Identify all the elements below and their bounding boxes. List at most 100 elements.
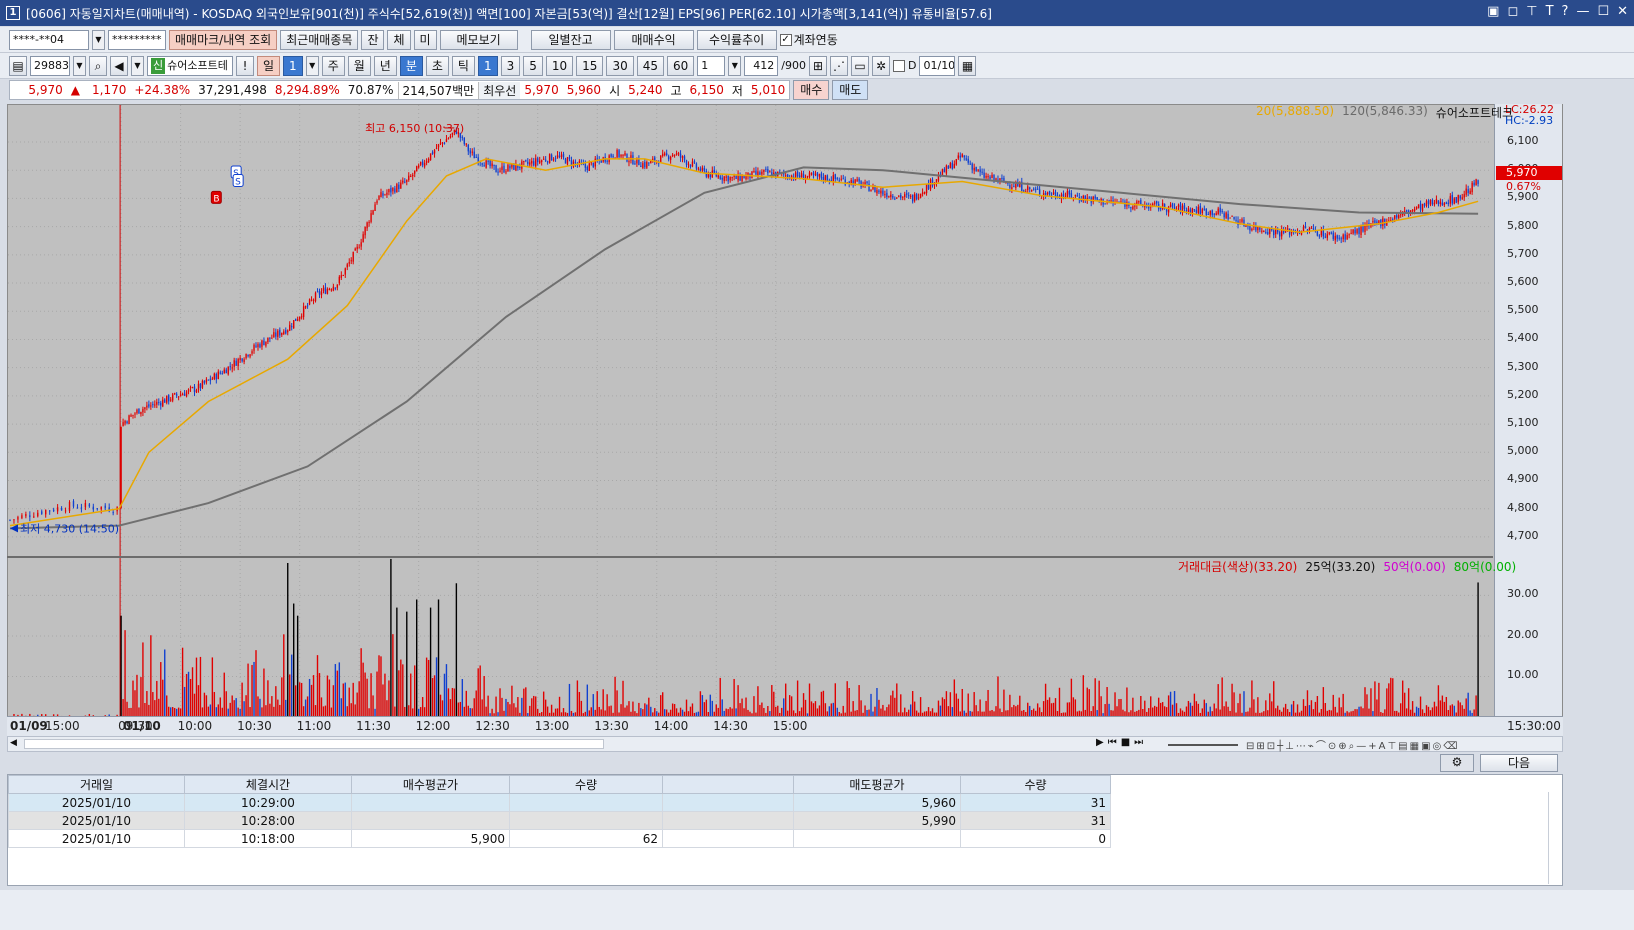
volume-bar bbox=[1140, 695, 1142, 717]
close-icon[interactable]: ✕ bbox=[1617, 4, 1628, 19]
balance-tab[interactable]: 잔 bbox=[361, 29, 385, 50]
volume-bar bbox=[535, 696, 537, 717]
candle bbox=[1171, 203, 1174, 207]
period-second[interactable]: 초 bbox=[425, 55, 449, 76]
indicator-icon[interactable]: ⊞ bbox=[809, 55, 827, 76]
volume-bar bbox=[820, 691, 823, 717]
layout-icon[interactable]: ▤ bbox=[9, 55, 27, 76]
screen-link-icon[interactable]: ▣ bbox=[1487, 4, 1499, 19]
minute-5[interactable]: 5 bbox=[523, 55, 543, 76]
drawing-tools-icon[interactable]: ⊟⊞⊡┼⊥⋯⌁⌒⊙⊕⌕—+A⊤▤▦▣◎⌫ bbox=[1246, 737, 1459, 752]
table-scrollbar[interactable] bbox=[1548, 792, 1560, 884]
unfilled-tab[interactable]: 미 bbox=[413, 29, 437, 50]
candle bbox=[158, 402, 160, 404]
save-icon[interactable]: ▭ bbox=[851, 55, 869, 76]
daily-balance-button[interactable]: 일별잔고 bbox=[530, 29, 611, 50]
buy-button[interactable]: 매수 bbox=[793, 80, 830, 100]
volume-bar bbox=[703, 702, 706, 717]
volume-bar bbox=[614, 676, 616, 717]
minute-30[interactable]: 30 bbox=[606, 55, 634, 76]
playback-controls[interactable]: ▶⏮■⏭ bbox=[1096, 737, 1147, 748]
candle bbox=[533, 161, 535, 166]
table-cell bbox=[351, 811, 510, 830]
volume-bar bbox=[441, 700, 444, 717]
account-input[interactable]: ****-**04 bbox=[9, 29, 89, 50]
memo-button[interactable]: 메모보기 bbox=[439, 29, 518, 50]
filled-tab[interactable]: 체 bbox=[387, 29, 411, 50]
trade-mark-query-button[interactable]: 매매마크/내역 조회 bbox=[169, 29, 278, 50]
font-icon[interactable]: T bbox=[1546, 4, 1554, 19]
minute-10[interactable]: 10 bbox=[545, 55, 574, 76]
volume-title: 거래대금(색상)(33.20) bbox=[1178, 560, 1298, 574]
period-year[interactable]: 년 bbox=[373, 55, 397, 76]
code-input[interactable]: 298830 bbox=[30, 55, 70, 76]
candle bbox=[447, 138, 450, 140]
scroll-left-icon[interactable]: ◀ bbox=[10, 738, 17, 748]
return-trend-button[interactable]: 수익률추이 bbox=[696, 29, 777, 50]
table-row[interactable]: 2025/01/10 10:29:00 5,960 31 bbox=[8, 793, 1111, 812]
checkbox-icon[interactable]: ✓ bbox=[779, 33, 792, 46]
candle bbox=[497, 171, 499, 173]
chevron-down-icon[interactable]: ▼ bbox=[131, 55, 144, 76]
quote-bar: 5,970 ▲ 1,170 +24.38% 37,291,498 8,294.89… bbox=[9, 80, 869, 100]
candle bbox=[310, 299, 313, 301]
candle bbox=[606, 160, 608, 162]
period-week[interactable]: 주 bbox=[321, 55, 345, 76]
calendar-icon[interactable]: ▦ bbox=[958, 55, 977, 76]
account-link-checkbox[interactable]: ✓ 계좌연동 bbox=[779, 31, 838, 48]
recent-trade-button[interactable]: 최근매매종목 bbox=[280, 29, 359, 50]
candle bbox=[293, 320, 295, 329]
settings-gear-icon[interactable]: ⚙ bbox=[1440, 754, 1474, 772]
help-icon[interactable]: ? bbox=[1562, 4, 1569, 19]
minute-3[interactable]: 3 bbox=[500, 55, 521, 76]
chevron-down-icon[interactable]: ▼ bbox=[305, 55, 319, 76]
interval-input[interactable]: 1 bbox=[697, 55, 726, 76]
count-input[interactable]: 412 bbox=[744, 55, 779, 76]
minute-15[interactable]: 15 bbox=[576, 55, 604, 76]
maximize-icon[interactable]: ☐ bbox=[1597, 4, 1609, 19]
date-input[interactable]: 01/10 bbox=[919, 55, 956, 76]
chevron-down-icon[interactable]: ▼ bbox=[73, 55, 86, 76]
d-checkbox[interactable] bbox=[893, 59, 905, 72]
minimize-icon[interactable]: — bbox=[1576, 4, 1589, 19]
next-button[interactable]: 다음 bbox=[1480, 754, 1558, 772]
draw-icon[interactable]: ⋰ bbox=[830, 55, 848, 76]
volume-bar bbox=[1439, 700, 1442, 717]
chart-svg[interactable]: 최고 6,150 (10:37)최저 4,730 (14:50)BSS bbox=[8, 105, 1494, 717]
minute-60[interactable]: 60 bbox=[667, 55, 695, 76]
candle bbox=[162, 399, 164, 407]
period-month[interactable]: 월 bbox=[347, 55, 371, 76]
candle bbox=[350, 260, 352, 262]
chart-area[interactable]: 최고 6,150 (10:37)최저 4,730 (14:50)BSS bbox=[7, 104, 1563, 736]
price-tick: 4,900 bbox=[1507, 472, 1539, 486]
candle bbox=[1346, 235, 1348, 240]
pin-icon[interactable]: ⊤ bbox=[1526, 4, 1537, 19]
screen-copy-icon[interactable]: ◻ bbox=[1507, 4, 1518, 19]
table-row[interactable]: 2025/01/10 10:18:00 5,900 62 0 bbox=[8, 829, 1111, 848]
trade-profit-button[interactable]: 매매수익 bbox=[613, 29, 694, 50]
period-tick[interactable]: 틱 bbox=[451, 55, 475, 76]
search-icon[interactable]: ⌕ bbox=[89, 55, 107, 76]
volume-bar bbox=[1459, 702, 1461, 717]
chevron-down-icon[interactable]: ▼ bbox=[92, 29, 105, 50]
candle bbox=[507, 164, 509, 172]
volume-bar bbox=[358, 681, 360, 717]
table-row[interactable]: 2025/01/10 10:28:00 5,990 31 bbox=[8, 811, 1111, 830]
scrollbar-thumb[interactable] bbox=[24, 739, 604, 749]
password-input[interactable]: ********* bbox=[108, 29, 166, 50]
sell-button[interactable]: 매도 bbox=[832, 80, 869, 100]
stock-name-field[interactable]: 신 슈어소프트테 bbox=[147, 55, 233, 76]
period-minute[interactable]: 분 bbox=[399, 55, 423, 76]
period-day-count[interactable]: 1 bbox=[283, 55, 303, 76]
price-legend: 20(5,888.50) 120(5,846.33) 슈어소프트테크 bbox=[1256, 104, 1513, 121]
period-day[interactable]: 일 bbox=[257, 55, 281, 76]
alert-button[interactable]: ! bbox=[236, 55, 254, 76]
minute-45[interactable]: 45 bbox=[636, 55, 665, 76]
chevron-down-icon[interactable]: ▼ bbox=[728, 55, 742, 76]
minute-1[interactable]: 1 bbox=[477, 55, 498, 76]
speaker-icon[interactable]: ◀ bbox=[110, 55, 128, 76]
candle bbox=[975, 166, 977, 171]
gear-icon[interactable]: ✲ bbox=[872, 55, 890, 76]
table-cell: 5,900 bbox=[351, 829, 510, 848]
zoom-slider[interactable] bbox=[1168, 744, 1238, 746]
